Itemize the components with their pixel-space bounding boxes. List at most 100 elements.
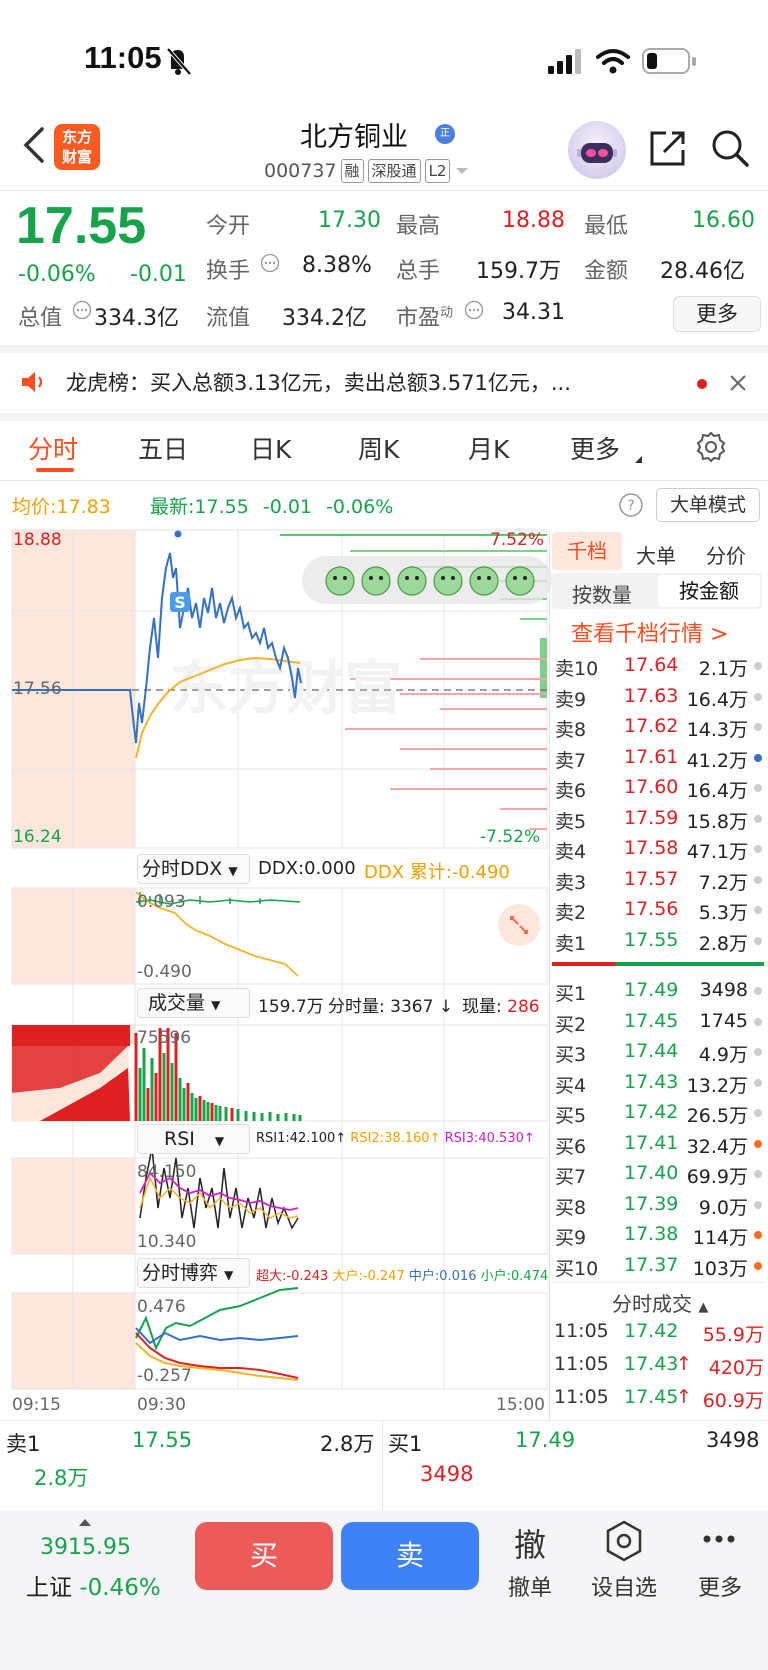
watchlist-label[interactable]: 设自选: [584, 1570, 664, 1602]
verified-badge: 正: [435, 124, 455, 144]
big-order-mode-button[interactable]: 大单模式: [656, 488, 760, 522]
buy-level-row[interactable]: 买10 17.37 103万: [554, 1250, 764, 1280]
tab-intraday[interactable]: 分时: [28, 430, 78, 466]
index-value[interactable]: 3915.95: [40, 1535, 131, 1560]
buy-level-row[interactable]: 买9 17.38 114万: [554, 1219, 764, 1249]
emoji-reaction-bar[interactable]: [302, 556, 552, 604]
watchlist-icon[interactable]: [604, 1520, 644, 1562]
more-dots-icon[interactable]: [702, 1534, 736, 1544]
stock-code: 000737: [264, 160, 337, 182]
sell-level-row[interactable]: 卖7 17.61 41.2万: [554, 742, 764, 772]
game-values: 超大:-0.243 大户:-0.247 中户:0.016 小户:0.474: [256, 1269, 549, 1284]
level-label: 买6: [555, 1135, 587, 1158]
view-book-link[interactable]: 查看千档行情 >: [571, 616, 728, 648]
tag-l2: L2: [424, 159, 451, 183]
ddx-indicator-select[interactable]: 分时DDX ▼: [137, 854, 250, 884]
sell-level-row[interactable]: 卖4 17.58 47.1万: [554, 833, 764, 863]
quote-more-button[interactable]: 更多: [673, 296, 761, 332]
sell-level-row[interactable]: 卖2 17.56 5.3万: [554, 894, 764, 924]
stock-code-line[interactable]: 000737 融 深股通 L2: [264, 159, 470, 183]
trades-header[interactable]: 分时成交 ▲: [612, 1288, 708, 1317]
pe-value: 34.31: [502, 300, 565, 325]
level-volume: 7.2万: [698, 871, 748, 894]
book-tab-price[interactable]: 分价: [706, 540, 746, 569]
tab-five-day[interactable]: 五日: [138, 430, 188, 466]
sell-level-row[interactable]: 卖3 17.57 7.2万: [554, 864, 764, 894]
buy-button[interactable]: 买: [195, 1522, 333, 1590]
bottom-buy-price: 17.49: [515, 1428, 576, 1452]
buy-level-row[interactable]: 买4 17.43 13.2万: [554, 1067, 764, 1097]
buy-level-row[interactable]: 买5 17.42 26.5万: [554, 1097, 764, 1127]
level-price: 17.64: [624, 654, 679, 676]
pe-label: 市盈动: [396, 305, 454, 331]
volume-indicator-select[interactable]: 成交量 ▼: [137, 988, 250, 1018]
share-icon[interactable]: [648, 128, 688, 168]
level-volume: 4.9万: [698, 1044, 748, 1066]
sell-level-row[interactable]: 卖9 17.63 16.4万: [554, 681, 764, 711]
back-button[interactable]: [18, 125, 52, 165]
subtab-by-amount[interactable]: 按金额: [658, 575, 760, 607]
cancel-order-icon[interactable]: 撤: [498, 1520, 562, 1566]
caret-up-icon[interactable]: [78, 1517, 92, 1527]
tab-more[interactable]: 更多: [570, 430, 620, 466]
high-marker: [174, 530, 182, 538]
change-pct: -0.06%: [18, 262, 96, 287]
ddx-value: DDX:0.000: [258, 858, 356, 879]
notice-bar[interactable]: 龙虎榜：买入总额3.13亿元，卖出总额3.571亿元，...: [0, 353, 768, 413]
info-dots-icon[interactable]: [260, 253, 280, 273]
subtab-by-quantity[interactable]: 按数量: [572, 579, 632, 608]
buy-level-row[interactable]: 买7 17.40 69.9万: [554, 1158, 764, 1188]
rsi-top: 84.150: [137, 1162, 197, 1182]
buy-level-row[interactable]: 买8 17.39 9.0万: [554, 1189, 764, 1219]
level-dot: [754, 1170, 762, 1178]
sell-level-row[interactable]: 卖6 17.60 16.4万: [554, 772, 764, 802]
book-tab-thousand[interactable]: 千档: [552, 532, 622, 570]
book-tab-big-order[interactable]: 大单: [636, 540, 676, 569]
trade-time: 11:05: [554, 1353, 609, 1375]
buy-level-row[interactable]: 买2 17.45 1745: [554, 1006, 764, 1036]
trade-price: 17.42: [624, 1320, 679, 1342]
index-line[interactable]: 上证 -0.46%: [26, 1568, 161, 1602]
assistant-robot-icon[interactable]: [568, 121, 626, 179]
sell-level-row[interactable]: 卖1 17.55 2.8万: [554, 925, 764, 955]
buy-level-row[interactable]: 买6 17.41 32.4万: [554, 1128, 764, 1158]
level-price: 17.62: [624, 715, 679, 737]
y-axis-mid: 17.56: [13, 679, 62, 699]
info-dots-icon[interactable]: [72, 300, 92, 320]
rsi-indicator-select[interactable]: RSI ▼: [137, 1124, 250, 1154]
level-volume: 5.3万: [698, 902, 748, 924]
level-dot: [754, 1048, 762, 1056]
time-axis-start: 09:15: [12, 1395, 61, 1415]
level-volume: 9.0万: [698, 1196, 748, 1219]
expand-button[interactable]: [498, 904, 540, 946]
level-label: 买10: [555, 1257, 599, 1280]
close-icon[interactable]: [728, 373, 748, 393]
cancel-order-label[interactable]: 撤单: [498, 1570, 562, 1602]
sell-level-row[interactable]: 卖5 17.59 15.8万: [554, 803, 764, 833]
gear-icon[interactable]: [694, 430, 728, 464]
help-icon[interactable]: ?: [618, 492, 644, 518]
tab-day-k[interactable]: 日K: [250, 430, 291, 466]
sell-level-row[interactable]: 卖10 17.64 2.1万: [554, 650, 764, 680]
sell-level-row[interactable]: 卖8 17.62 14.3万: [554, 711, 764, 741]
level-volume: 16.4万: [686, 780, 748, 802]
search-icon[interactable]: [710, 128, 750, 168]
tab-month-k[interactable]: 月K: [468, 430, 509, 466]
level-volume: 114万: [692, 1227, 748, 1249]
sell-button[interactable]: 卖: [341, 1522, 479, 1590]
tab-week-k[interactable]: 周K: [358, 430, 399, 466]
intraday-chart[interactable]: 东方财富 S: [0, 528, 552, 1418]
buy-level-row[interactable]: 买3 17.44 4.9万: [554, 1036, 764, 1066]
tag-margin: 融: [340, 159, 364, 183]
time-axis-open: 09:30: [137, 1395, 186, 1415]
float-mv-label: 流值: [206, 306, 251, 331]
battery-icon: [642, 48, 696, 74]
game-indicator-select[interactable]: 分时博弈 ▼: [137, 1258, 250, 1288]
level-price: 17.57: [624, 867, 679, 890]
amount-label: 金额: [584, 259, 629, 284]
buy-level-row[interactable]: 买1 17.49 3498: [554, 975, 764, 1005]
volume-detail: 分时量: 3367 ↓: [328, 997, 454, 1017]
more-label[interactable]: 更多: [690, 1570, 750, 1602]
info-dots-icon[interactable]: [464, 300, 484, 320]
turnover-value: 8.38%: [302, 253, 372, 278]
